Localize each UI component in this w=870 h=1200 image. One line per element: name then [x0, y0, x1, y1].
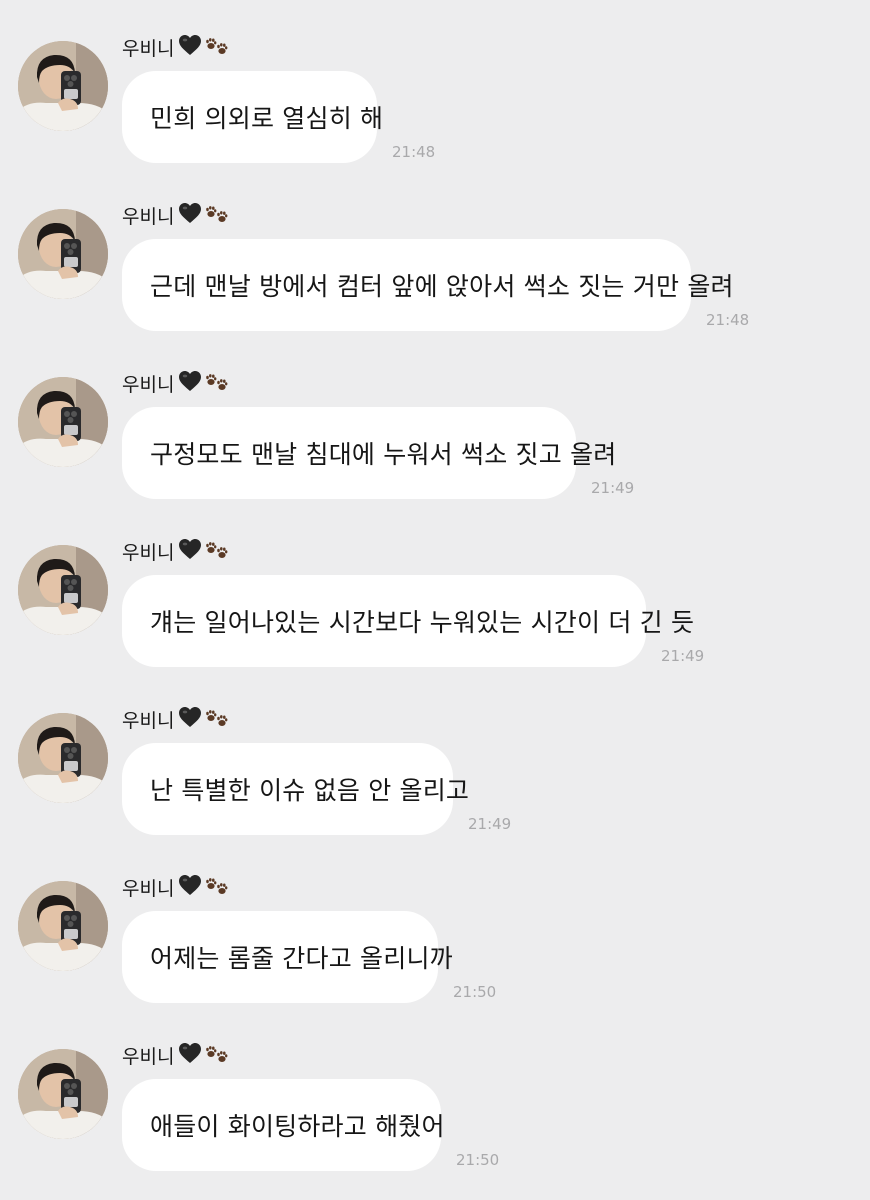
message-time: 21:50 — [456, 1151, 500, 1169]
avatar[interactable] — [18, 377, 108, 467]
message-bubble[interactable]: 난 특별한 이슈 없음 안 올리고 — [122, 743, 469, 835]
black-heart-icon — [178, 538, 202, 565]
sender-name: 우비니 — [122, 1045, 175, 1068]
message-text: 구정모도 맨날 침대에 누워서 썩소 짓고 올려 — [150, 440, 617, 469]
paw-prints-icon — [204, 873, 230, 902]
black-heart-icon — [178, 1042, 202, 1069]
message-bubble[interactable]: 민희 의외로 열심히 해 — [122, 71, 383, 163]
message-bubble[interactable]: 구정모도 맨날 침대에 누워서 썩소 짓고 올려 — [122, 407, 616, 499]
avatar[interactable] — [18, 1049, 108, 1139]
avatar[interactable] — [18, 545, 108, 635]
message-time: 21:48 — [706, 311, 750, 329]
paw-prints-icon — [204, 537, 230, 566]
black-heart-icon — [178, 874, 202, 901]
paw-prints-icon — [204, 1041, 230, 1070]
sender-name: 우비니 — [122, 205, 175, 228]
message-text: 걔는 일어나있는 시간보다 누워있는 시간이 더 긴 듯 — [150, 608, 695, 637]
black-heart-icon — [178, 34, 202, 61]
message-row: 우비니 민희 의외로 열심히 해 21:48 — [0, 0, 870, 163]
message-bubble[interactable]: 어제는 롬줄 간다고 올리니까 — [122, 911, 453, 1003]
chat-window[interactable]: 우비니 민희 의외로 열심히 해 21:48 우비니 근데 맨날 방에서 컴터 … — [0, 0, 870, 1200]
message-time: 21:48 — [392, 143, 436, 161]
message-row: 우비니 근데 맨날 방에서 컴터 앞에 앉아서 썩소 짓는 거만 올려 21:4… — [0, 168, 870, 331]
message-text: 난 특별한 이슈 없음 안 올리고 — [150, 776, 470, 805]
sender-label: 우비니 — [122, 1041, 230, 1069]
avatar[interactable] — [18, 713, 108, 803]
paw-prints-icon — [204, 201, 230, 230]
sender-name: 우비니 — [122, 541, 175, 564]
message-time: 21:49 — [591, 479, 635, 497]
message-text: 민희 의외로 열심히 해 — [150, 104, 384, 133]
sender-label: 우비니 — [122, 201, 230, 229]
paw-prints-icon — [204, 705, 230, 734]
sender-name: 우비니 — [122, 877, 175, 900]
sender-label: 우비니 — [122, 705, 230, 733]
message-row: 우비니 난 특별한 이슈 없음 안 올리고 21:49 — [0, 672, 870, 835]
message-text: 근데 맨날 방에서 컴터 앞에 앉아서 썩소 짓는 거만 올려 — [150, 272, 734, 301]
message-time: 21:50 — [453, 983, 497, 1001]
black-heart-icon — [178, 202, 202, 229]
paw-prints-icon — [204, 369, 230, 398]
message-row: 우비니 애들이 화이팅하라고 해줬어 21:50 — [0, 1008, 870, 1171]
message-bubble[interactable]: 애들이 화이팅하라고 해줬어 — [122, 1079, 445, 1171]
message-bubble[interactable]: 근데 맨날 방에서 컴터 앞에 앉아서 썩소 짓는 거만 올려 — [122, 239, 734, 331]
black-heart-icon — [178, 706, 202, 733]
avatar[interactable] — [18, 41, 108, 131]
sender-name: 우비니 — [122, 37, 175, 60]
black-heart-icon — [178, 370, 202, 397]
message-time: 21:49 — [468, 815, 512, 833]
sender-label: 우비니 — [122, 873, 230, 901]
sender-name: 우비니 — [122, 373, 175, 396]
sender-name: 우비니 — [122, 709, 175, 732]
message-text: 애들이 화이팅하라고 해줬어 — [150, 1112, 445, 1141]
message-row: 우비니 구정모도 맨날 침대에 누워서 썩소 짓고 올려 21:49 — [0, 336, 870, 499]
avatar[interactable] — [18, 881, 108, 971]
message-row: 우비니 걔는 일어나있는 시간보다 누워있는 시간이 더 긴 듯 21:49 — [0, 504, 870, 667]
paw-prints-icon — [204, 33, 230, 62]
message-text: 어제는 롬줄 간다고 올리니까 — [150, 944, 453, 973]
message-row: 우비니 어제는 롬줄 간다고 올리니까 21:50 — [0, 840, 870, 1003]
avatar[interactable] — [18, 209, 108, 299]
message-bubble[interactable]: 걔는 일어나있는 시간보다 누워있는 시간이 더 긴 듯 — [122, 575, 694, 667]
sender-label: 우비니 — [122, 33, 230, 61]
sender-label: 우비니 — [122, 369, 230, 397]
message-time: 21:49 — [661, 647, 705, 665]
sender-label: 우비니 — [122, 537, 230, 565]
